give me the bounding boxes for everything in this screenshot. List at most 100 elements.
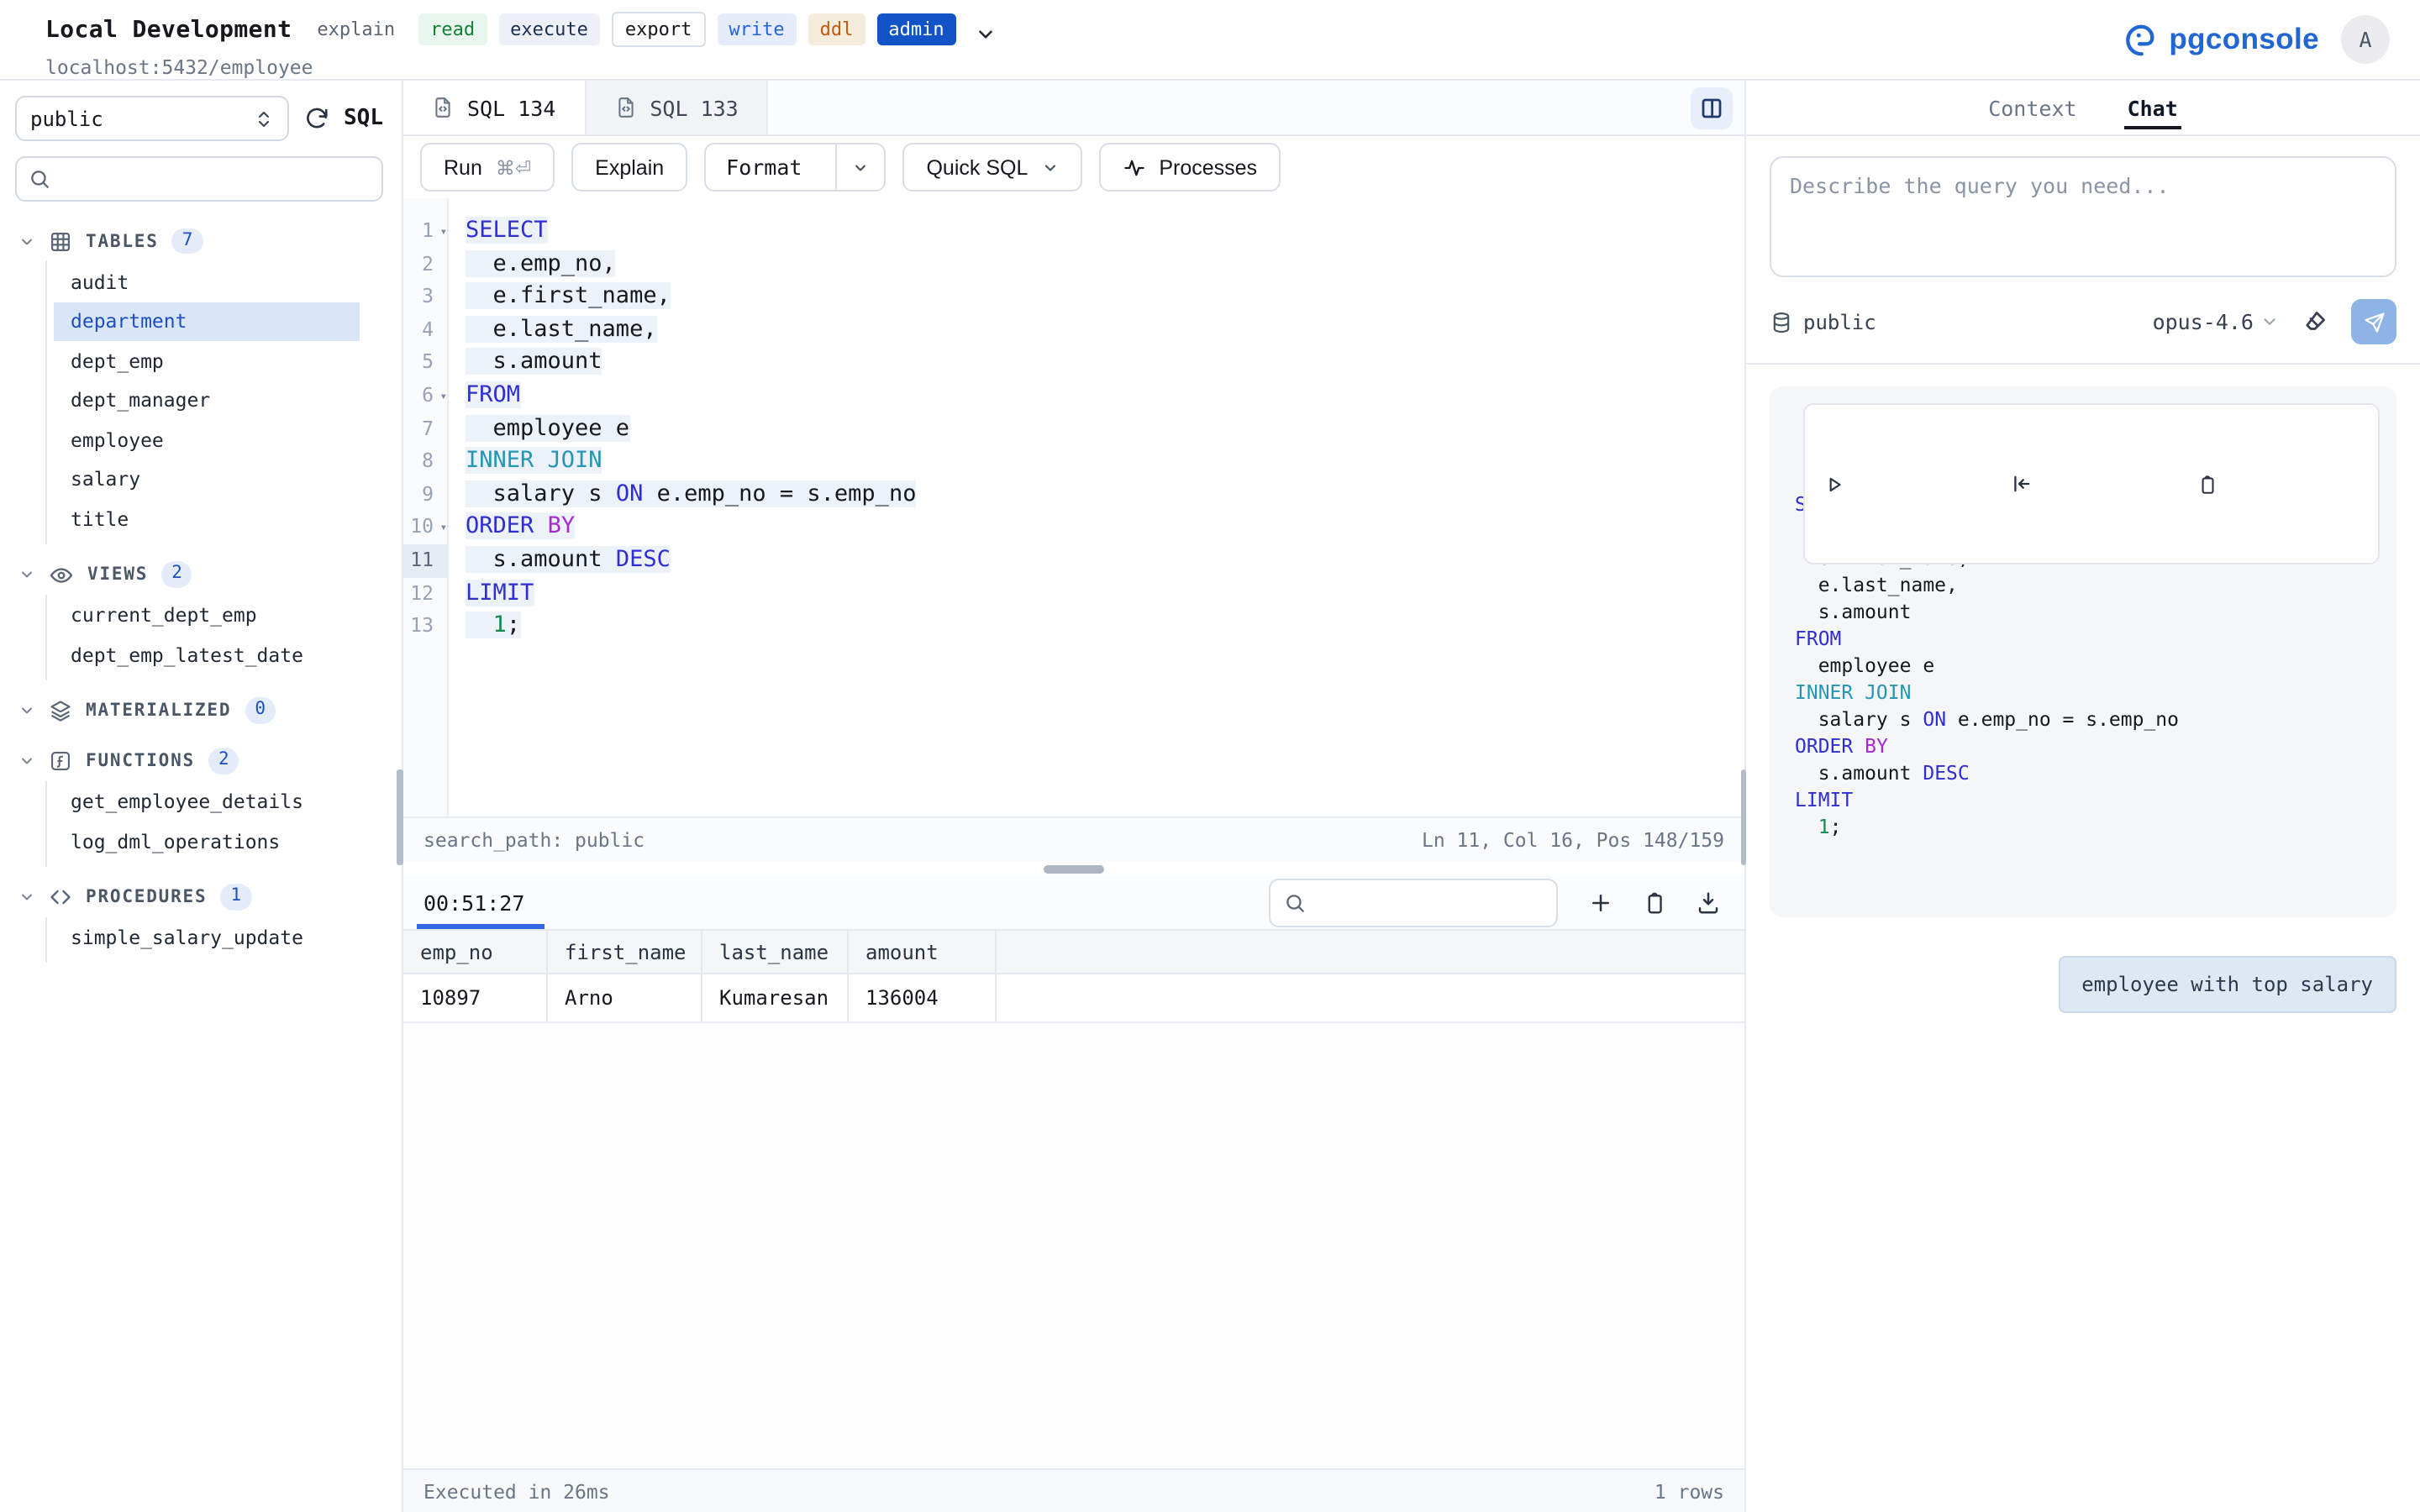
run-button[interactable]: Run ⌘⏎: [420, 143, 555, 192]
format-dropdown[interactable]: [835, 144, 884, 190]
results-search[interactable]: [1269, 878, 1558, 927]
line-number[interactable]: 12: [403, 577, 447, 610]
copy-sql-icon[interactable]: [2196, 419, 2360, 549]
function-icon: [49, 749, 72, 773]
brand-logo: pgconsole: [2115, 18, 2319, 61]
line-number[interactable]: 11: [403, 544, 447, 577]
sidebar-item-current_dept_emp[interactable]: current_dept_emp: [54, 596, 360, 635]
section-header-materialized[interactable]: MATERIALIZED0: [0, 691, 402, 730]
sidebar-item-audit[interactable]: audit: [54, 262, 360, 302]
sidebar-item-department[interactable]: department: [54, 302, 360, 341]
line-number[interactable]: 2: [403, 248, 447, 281]
model-select[interactable]: opus-4.6: [2153, 309, 2279, 334]
section-label: VIEWS: [87, 564, 148, 585]
editor-tab-bar: SQL 134SQL 133: [403, 81, 1744, 136]
sidebar-item-dept_emp_latest_date[interactable]: dept_emp_latest_date: [54, 635, 360, 675]
column-header-first_name[interactable]: first_name: [548, 931, 702, 973]
sidebar-item-dept_emp[interactable]: dept_emp: [54, 341, 360, 381]
sidebar-item-title[interactable]: title: [54, 499, 360, 538]
line-number[interactable]: 1▾: [403, 215, 447, 248]
results-footer: Executed in 26ms 1 rows: [403, 1468, 1744, 1512]
line-number[interactable]: 3: [403, 281, 447, 313]
editor-code[interactable]: SELECT e.emp_no, e.first_name, e.last_na…: [449, 198, 1744, 816]
sidebar-item-salary[interactable]: salary: [54, 459, 360, 499]
sidebar-item-log_dml_operations[interactable]: log_dml_operations: [54, 822, 360, 861]
send-button[interactable]: [2351, 299, 2396, 344]
sidebar-search[interactable]: [15, 156, 383, 202]
column-header-last_name[interactable]: last_name: [702, 931, 849, 973]
line-number[interactable]: 7: [403, 412, 447, 445]
sql-editor[interactable]: 1▾23456▾78910▾111213 SELECT e.emp_no, e.…: [403, 198, 1744, 816]
editor-tab-sql-133[interactable]: SQL 133: [586, 81, 768, 134]
line-number[interactable]: 6▾: [403, 380, 447, 412]
editor-tab-sql-134[interactable]: SQL 134: [403, 81, 586, 134]
model-name: opus-4.6: [2153, 309, 2254, 334]
split-view-button[interactable]: [1691, 87, 1733, 129]
fold-icon[interactable]: ▾: [440, 381, 447, 414]
table-header-row: emp_nofirst_namelast_nameamount: [403, 929, 1744, 974]
eye-icon: [49, 562, 74, 587]
ai-tab-context[interactable]: Context: [1988, 81, 2076, 134]
fold-icon[interactable]: ▾: [440, 513, 447, 546]
chat-panel-handle[interactable]: [1741, 769, 1746, 865]
run-sql-icon[interactable]: [1823, 419, 1986, 549]
copy-results-icon[interactable]: [1642, 890, 1667, 915]
sidebar-item-employee[interactable]: employee: [54, 420, 360, 459]
sidebar-search-input[interactable]: [60, 165, 370, 192]
line-number[interactable]: 10▾: [403, 512, 447, 544]
section-header-views[interactable]: VIEWS2: [0, 555, 402, 594]
table-row[interactable]: 10897ArnoKumaresan136004: [403, 974, 1744, 1023]
results-tab-timer[interactable]: 00:51:27: [420, 875, 528, 929]
line-number[interactable]: 8: [403, 445, 447, 478]
chevron-up-down-icon: [253, 107, 273, 130]
line-number[interactable]: 13: [403, 610, 447, 643]
column-header-emp_no[interactable]: emp_no: [403, 931, 548, 973]
chat-input[interactable]: [1770, 156, 2396, 277]
explain-button[interactable]: Explain: [571, 143, 687, 192]
avatar[interactable]: A: [2341, 15, 2390, 64]
sidebar-panel-handle[interactable]: [398, 769, 403, 865]
drag-handle[interactable]: [1044, 865, 1104, 874]
section-label: TABLES: [86, 231, 159, 251]
processes-label: Processes: [1159, 155, 1257, 179]
pulse-icon: [1122, 155, 1145, 179]
execution-time: Executed in 26ms: [424, 1479, 610, 1503]
format-button[interactable]: Format: [704, 143, 886, 192]
section-count-badge: 1: [220, 884, 251, 910]
chevron-down-icon[interactable]: [975, 24, 997, 45]
ai-tab-chat[interactable]: Chat: [2128, 81, 2178, 134]
line-number[interactable]: 4: [403, 314, 447, 347]
sidebar-item-dept_manager[interactable]: dept_manager: [54, 381, 360, 420]
column-header-amount[interactable]: amount: [849, 931, 997, 973]
results-divider[interactable]: [403, 862, 1744, 875]
section-count-badge: 7: [172, 228, 203, 254]
sidebar-item-get_employee_details[interactable]: get_employee_details: [54, 782, 360, 822]
sql-mode-label[interactable]: SQL: [344, 106, 383, 131]
fold-icon[interactable]: ▾: [440, 217, 447, 249]
sidebar-item-simple_salary_update[interactable]: simple_salary_update: [54, 918, 360, 958]
line-number[interactable]: 9: [403, 479, 447, 512]
section-header-tables[interactable]: TABLES 7: [0, 222, 402, 260]
processes-button[interactable]: Processes: [1098, 143, 1281, 192]
schema-select[interactable]: public: [15, 96, 288, 141]
download-icon[interactable]: [1696, 890, 1721, 915]
table-cell: 136004: [849, 974, 997, 1021]
sql-card-toolbar: [1803, 403, 2380, 564]
format-label[interactable]: Format: [706, 144, 822, 190]
table-icon: [49, 229, 72, 253]
table-cell-filler: [997, 974, 1744, 1021]
chevron-down-icon: [18, 702, 35, 719]
quick-sql-button[interactable]: Quick SQL: [902, 143, 1081, 192]
section-header-procedures[interactable]: PROCEDURES1: [0, 878, 402, 916]
results-search-input[interactable]: [1316, 889, 1543, 916]
refresh-icon[interactable]: [303, 106, 329, 131]
clear-chat-icon[interactable]: [2301, 307, 2329, 336]
context-schema-label: public: [1803, 310, 1876, 333]
permission-badge-export: export: [612, 12, 706, 47]
table-cell: 10897: [403, 974, 548, 1021]
insert-to-editor-icon[interactable]: [2010, 418, 2173, 549]
add-tab-icon[interactable]: [1588, 890, 1613, 915]
line-number[interactable]: 5: [403, 347, 447, 380]
section-header-functions[interactable]: FUNCTIONS2: [0, 742, 402, 780]
context-schema[interactable]: public: [1770, 310, 1876, 333]
